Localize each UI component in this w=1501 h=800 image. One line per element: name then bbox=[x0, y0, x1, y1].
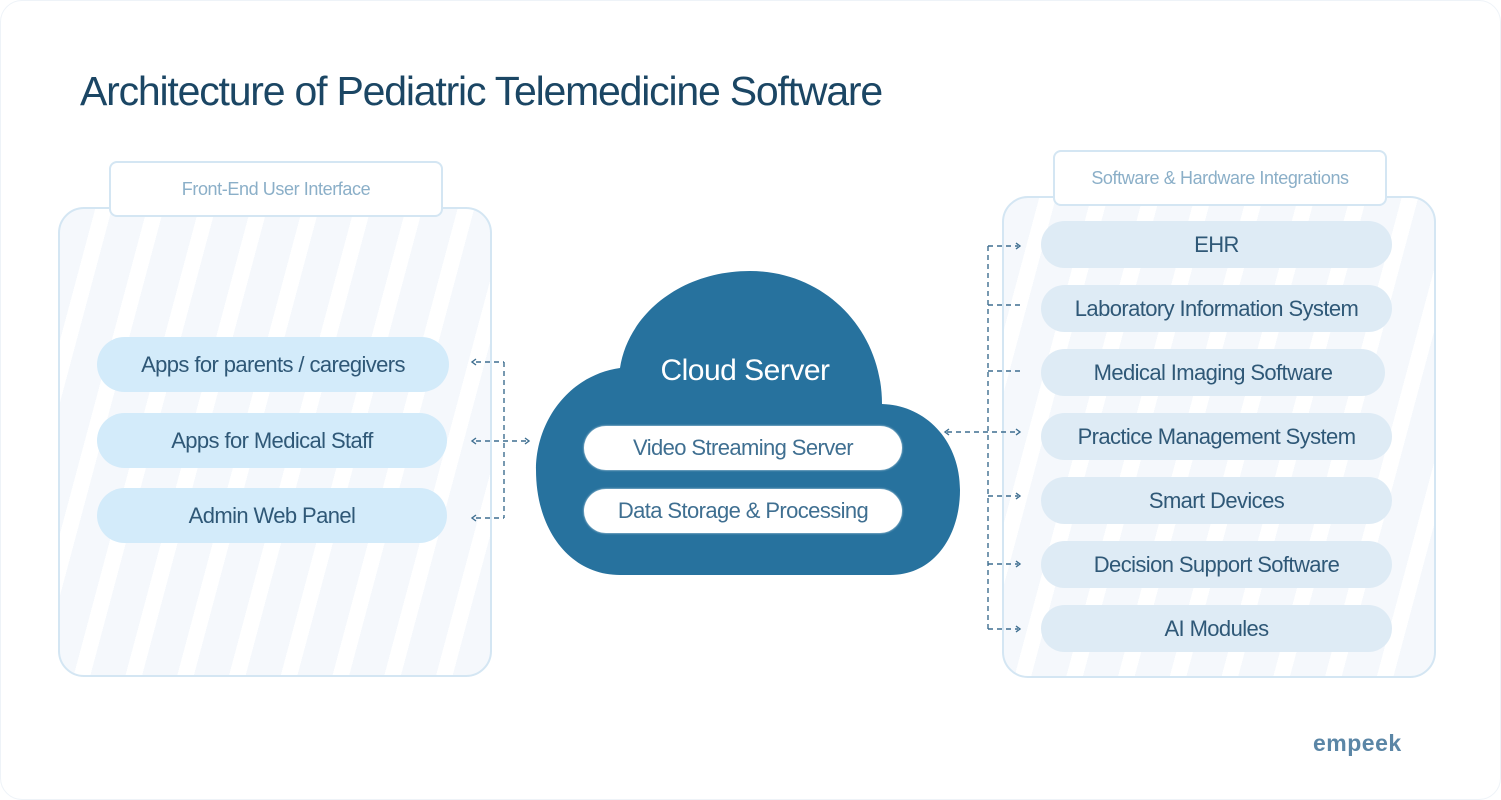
cloud-component-data-storage[interactable]: Data Storage & Processing bbox=[584, 489, 902, 533]
right-arrowheads bbox=[943, 242, 1022, 633]
brand-logo: empeek bbox=[1313, 730, 1402, 756]
left-arrowheads bbox=[470, 358, 531, 522]
right-connectors bbox=[947, 245, 1020, 630]
arrowhead-right-icon bbox=[1015, 428, 1022, 436]
arrowhead-left-icon bbox=[470, 437, 477, 445]
cloud-server-title: Cloud Server bbox=[660, 354, 830, 387]
arrowhead-left-icon bbox=[470, 358, 477, 366]
left-connectors bbox=[476, 361, 527, 519]
cloud-component-video-streaming[interactable]: Video Streaming Server bbox=[584, 426, 902, 470]
diagram-graphics bbox=[470, 242, 1022, 633]
arrowhead-left-icon bbox=[470, 514, 477, 522]
